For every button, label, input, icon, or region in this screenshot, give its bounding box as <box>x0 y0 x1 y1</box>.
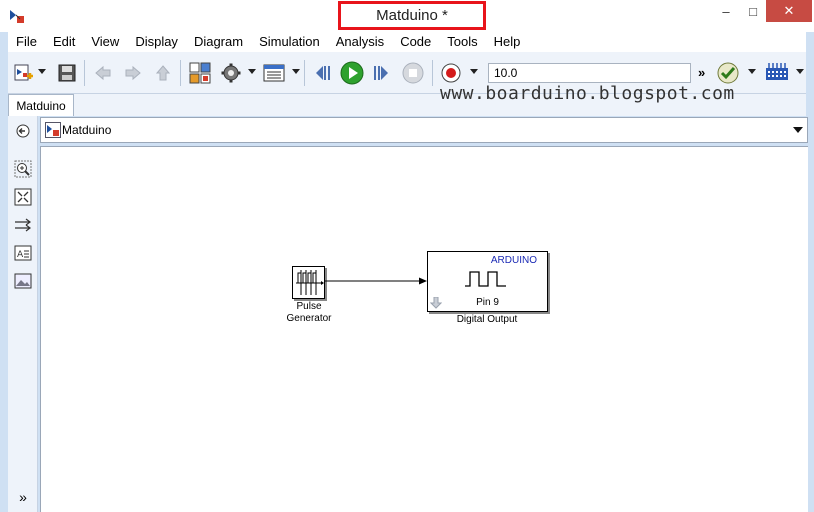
signal-line[interactable] <box>325 275 429 287</box>
menu-help[interactable]: Help <box>486 33 529 51</box>
breadcrumb[interactable]: Matduino <box>62 123 111 137</box>
pulse-generator-label: Pulse Generator <box>271 301 347 325</box>
menu-view[interactable]: View <box>83 33 127 51</box>
run-icon <box>340 61 364 85</box>
arrow-left-icon <box>95 65 111 81</box>
digital-output-label: Digital Output <box>456 314 518 325</box>
menu-display[interactable]: Display <box>127 33 186 51</box>
menu-tools[interactable]: Tools <box>439 33 485 51</box>
back-button[interactable] <box>92 61 114 85</box>
pin-label: Pin 9 <box>476 297 499 308</box>
annotation-button[interactable]: A <box>14 244 32 262</box>
annotation-icon: A <box>14 245 32 261</box>
route-lines-button[interactable] <box>14 216 32 234</box>
model-settings-button[interactable] <box>220 61 242 85</box>
svg-text:A: A <box>17 250 24 260</box>
route-lines-icon <box>15 218 31 232</box>
arduino-brand-text: ARDUINO <box>490 255 537 266</box>
fit-to-view-button[interactable] <box>14 188 32 206</box>
record-button[interactable] <box>440 61 462 85</box>
step-forward-icon <box>374 66 388 80</box>
save-icon <box>58 64 76 82</box>
toolbar-separator <box>84 60 85 86</box>
model-explorer-dropdown-icon[interactable] <box>292 69 300 74</box>
model-settings-dropdown-icon[interactable] <box>248 69 256 74</box>
gear-icon <box>221 63 241 83</box>
library-browser-icon <box>189 62 211 84</box>
simulink-model-icon <box>45 122 61 138</box>
checkmark-icon <box>717 62 739 84</box>
toolbar-separator <box>304 60 305 86</box>
toolbar-separator <box>432 60 433 86</box>
record-dropdown-icon[interactable] <box>470 69 478 74</box>
new-model-dropdown-icon[interactable] <box>38 69 46 74</box>
model-canvas[interactable]: Pulse Generator ARDUINO Pin 9 Digital Ou… <box>40 146 808 512</box>
stop-icon <box>402 62 424 84</box>
library-browser-button[interactable] <box>188 61 212 85</box>
square-wave-icon <box>465 271 506 287</box>
minimize-button[interactable]: – <box>712 0 740 22</box>
step-back-icon <box>316 66 330 80</box>
arrow-right-icon <box>125 65 141 81</box>
forward-button[interactable] <box>122 61 144 85</box>
menu-file[interactable]: File <box>8 33 45 51</box>
input-port-arrow-icon <box>430 297 442 309</box>
board-icon <box>766 63 788 80</box>
toolbar-overflow-button[interactable]: » <box>698 65 705 80</box>
menu-simulation[interactable]: Simulation <box>251 33 328 51</box>
address-bar[interactable]: Matduino <box>40 117 808 143</box>
menu-bar: File Edit View Display Diagram Simulatio… <box>8 32 806 52</box>
new-model-button[interactable] <box>12 61 36 85</box>
title-bar: Matduino * – □ ✕ <box>0 0 814 32</box>
digital-output-block[interactable]: ARDUINO Pin 9 <box>427 251 548 312</box>
close-button[interactable]: ✕ <box>766 0 812 22</box>
toolbar-separator <box>180 60 181 86</box>
record-icon <box>441 63 461 83</box>
menu-code[interactable]: Code <box>392 33 439 51</box>
model-advisor-button[interactable] <box>716 61 740 85</box>
model-explorer-button[interactable] <box>262 61 286 85</box>
tab-matduino[interactable]: Matduino <box>8 94 74 116</box>
up-button[interactable] <box>152 61 174 85</box>
zoom-icon <box>14 160 32 178</box>
menu-analysis[interactable]: Analysis <box>328 33 392 51</box>
arrow-up-icon <box>155 65 171 81</box>
stop-time-input[interactable] <box>488 63 691 83</box>
simulink-model-icon <box>10 10 24 23</box>
circle-arrow-left-icon <box>16 124 30 138</box>
step-forward-button[interactable] <box>370 61 392 85</box>
address-dropdown-icon[interactable] <box>793 127 803 133</box>
fit-view-icon <box>14 188 32 206</box>
step-back-button[interactable] <box>312 61 334 85</box>
stop-button[interactable] <box>402 61 424 85</box>
new-model-icon <box>14 64 33 81</box>
hardware-button[interactable] <box>764 61 790 85</box>
image-icon <box>14 273 32 289</box>
hardware-dropdown-icon[interactable] <box>796 69 804 74</box>
maximize-button[interactable]: □ <box>740 0 766 22</box>
left-palette: A » <box>8 116 38 512</box>
pulse-label-line2: Generator <box>286 313 332 324</box>
window-title: Matduino * <box>376 7 448 24</box>
image-button[interactable] <box>14 272 32 290</box>
expand-palette-button[interactable]: » <box>14 488 32 506</box>
zoom-button[interactable] <box>14 160 32 178</box>
save-button[interactable] <box>56 61 78 85</box>
menu-diagram[interactable]: Diagram <box>186 33 251 51</box>
window-title-highlight: Matduino * <box>338 1 486 30</box>
menu-edit[interactable]: Edit <box>45 33 83 51</box>
watermark-text: www.boarduino.blogspot.com <box>440 83 735 104</box>
run-button[interactable] <box>340 61 364 85</box>
model-advisor-dropdown-icon[interactable] <box>748 69 756 74</box>
hide-browser-button[interactable] <box>14 122 32 140</box>
model-explorer-icon <box>263 64 285 82</box>
pulse-generator-icon <box>296 270 324 295</box>
pulse-label-line1: Pulse <box>296 301 322 312</box>
pulse-generator-block[interactable] <box>292 266 325 299</box>
